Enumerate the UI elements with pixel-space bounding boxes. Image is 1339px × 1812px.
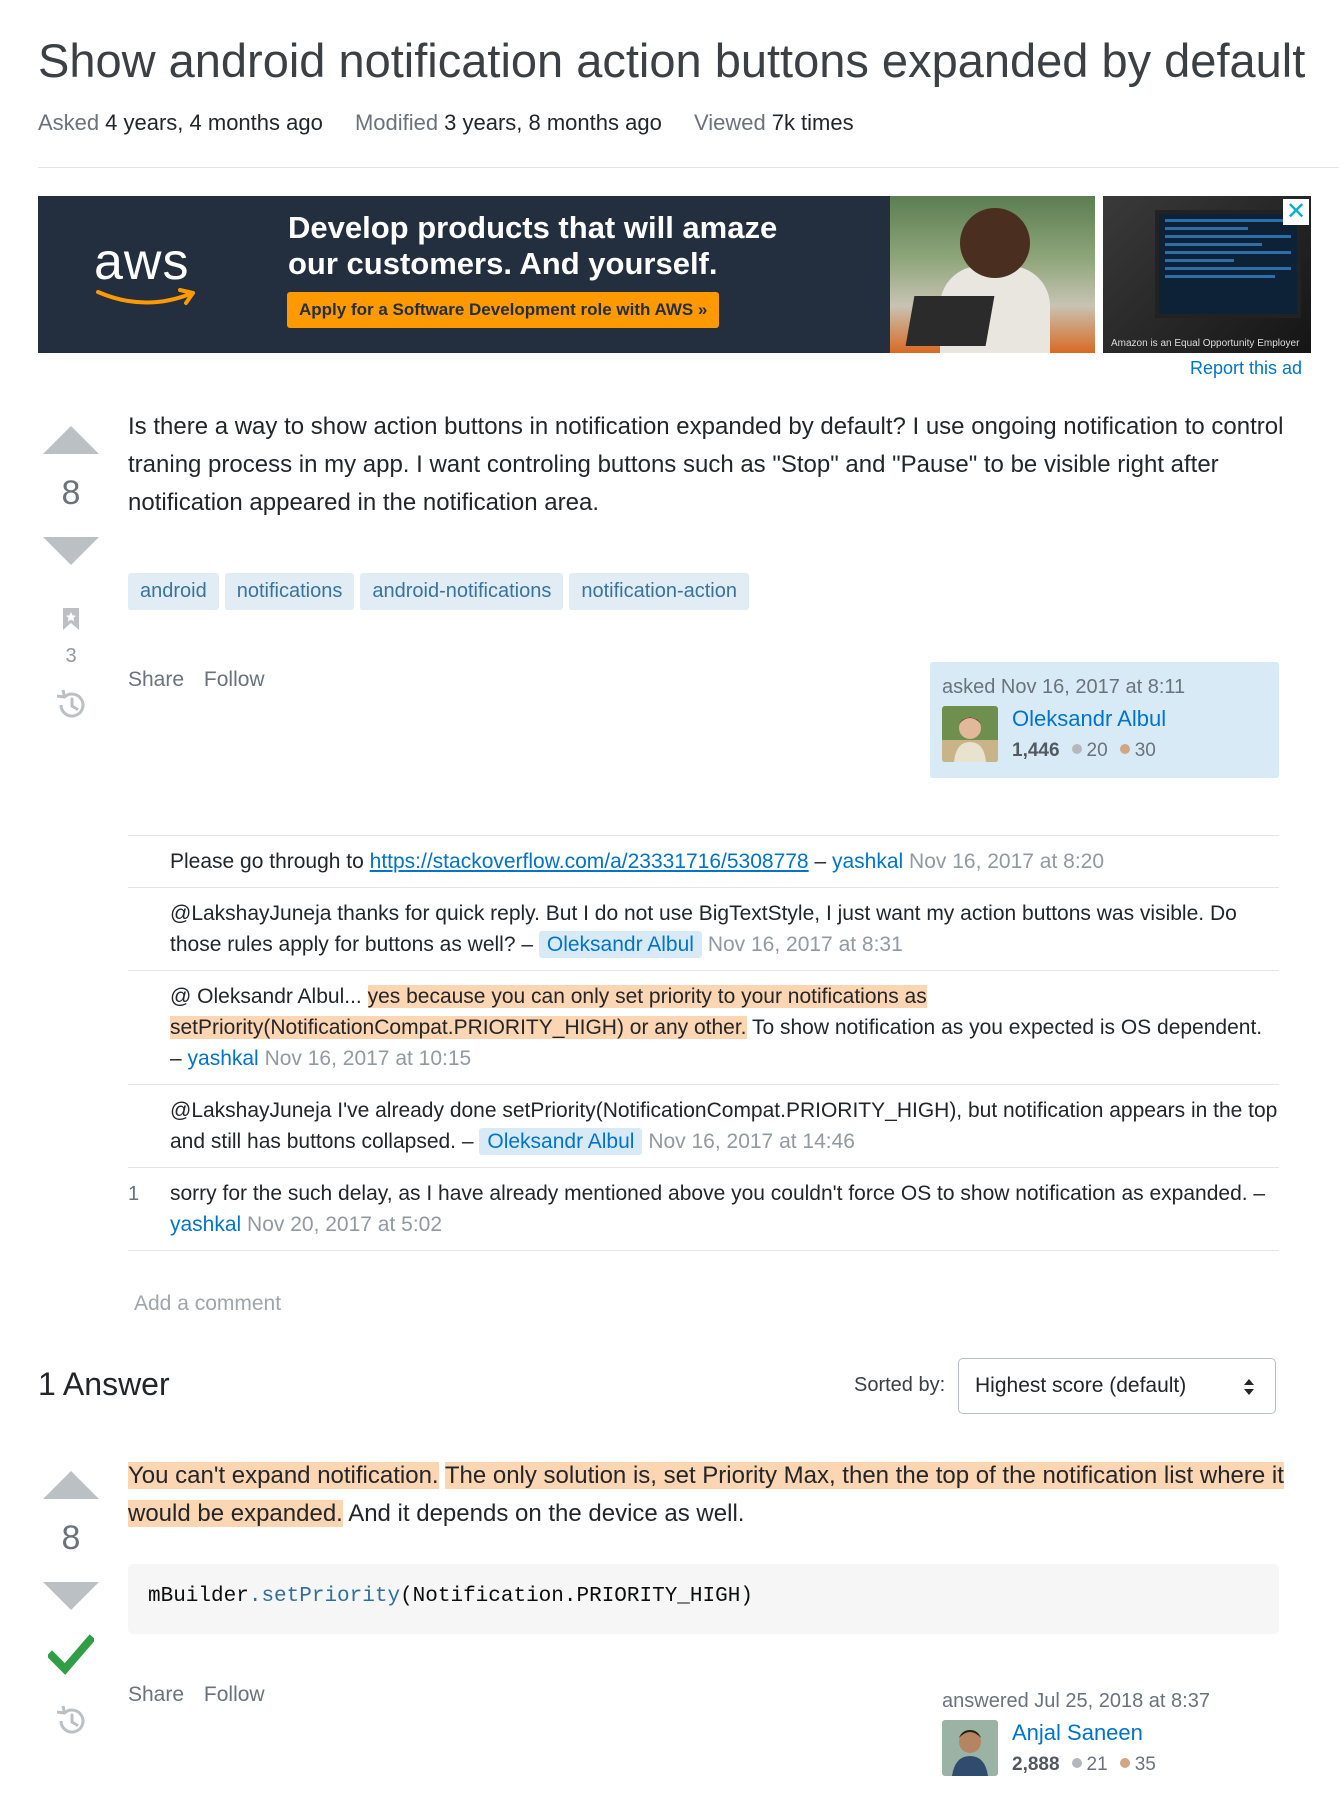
highlighted-text: You can't expand notification. xyxy=(128,1462,439,1489)
comment: Please go through to https://stackoverfl… xyxy=(128,836,1279,888)
share-link[interactable]: Share xyxy=(128,668,184,691)
downvote-arrow-icon[interactable] xyxy=(43,1582,99,1610)
avatar[interactable] xyxy=(942,706,998,762)
comments-list: Please go through to https://stackoverfl… xyxy=(128,835,1279,1251)
comment-date[interactable]: Nov 16, 2017 at 8:20 xyxy=(909,850,1104,873)
question-owner-card: asked Nov 16, 2017 at 8:11 Oleksandr Alb… xyxy=(930,662,1279,778)
comment-date[interactable]: Nov 20, 2017 at 5:02 xyxy=(247,1213,442,1236)
sorted-by-label: Sorted by: xyxy=(854,1374,946,1396)
answer-owner-card: answered Jul 25, 2018 at 8:37 Anjal Sane… xyxy=(930,1676,1279,1792)
history-icon[interactable] xyxy=(54,688,88,722)
question-body: Is there a way to show action buttons in… xyxy=(128,413,1284,516)
question-vote-cell: 8 3 xyxy=(38,426,104,722)
tag-notifications[interactable]: notifications xyxy=(224,573,355,610)
owner-name-link[interactable]: Anjal Saneen xyxy=(1012,1720,1143,1746)
bookmark-icon[interactable] xyxy=(62,607,80,631)
question-meta: Asked 4 years, 4 months ago Modified 3 yea… xyxy=(38,110,880,136)
ad-photo-laptop: Amazon is an Equal Opportunity Employer xyxy=(1103,196,1311,353)
answer-post-menu: Share Follow xyxy=(128,1683,279,1707)
code-block: mBuilder.setPriority(Notification.PRIORI… xyxy=(128,1564,1279,1634)
question-tags: android notifications android-notificati… xyxy=(128,573,749,610)
question-title[interactable]: Show android notification action buttons… xyxy=(38,34,1305,88)
answer-body: You can't expand notification. The only … xyxy=(128,1462,1284,1527)
comment: 1 sorry for the such delay, as I have al… xyxy=(128,1168,1279,1251)
answer-score: 8 xyxy=(61,1519,81,1557)
meta-viewed: Viewed 7k times xyxy=(693,110,854,135)
comment-date[interactable]: Nov 16, 2017 at 14:46 xyxy=(648,1130,855,1153)
bronze-badge-icon xyxy=(1119,1757,1130,1768)
silver-badge-icon xyxy=(1071,1757,1082,1768)
sort-select[interactable]: Highest score (default) xyxy=(958,1358,1276,1414)
comment-score: 1 xyxy=(128,1183,140,1205)
follow-link[interactable]: Follow xyxy=(204,668,265,691)
asked-timestamp[interactable]: asked Nov 16, 2017 at 8:11 xyxy=(942,676,1185,699)
aws-logo: aws xyxy=(94,236,214,316)
comment-user-link[interactable]: yashkal xyxy=(188,1047,259,1070)
owner-reputation: 1,446 20 30 xyxy=(1012,740,1156,761)
answers-count-heading: 1 Answer xyxy=(38,1366,170,1402)
bookmark-count: 3 xyxy=(65,645,77,667)
report-ad-link[interactable]: Report this ad xyxy=(1190,358,1302,379)
comment-user-link[interactable]: Oleksandr Albul xyxy=(538,931,702,958)
tag-notification-action[interactable]: notification-action xyxy=(569,573,749,610)
ad-headline: Develop products that will amaze our cus… xyxy=(288,210,778,281)
ad-eo-text: Amazon is an Equal Opportunity Employer xyxy=(1111,338,1300,349)
upvote-arrow-icon[interactable] xyxy=(43,1471,99,1499)
silver-badge-icon xyxy=(1071,743,1082,754)
answer-vote-cell: 8 xyxy=(38,1471,104,1738)
question-score: 8 xyxy=(61,474,81,512)
upvote-arrow-icon[interactable] xyxy=(43,426,99,454)
history-icon[interactable] xyxy=(54,1704,88,1738)
tag-android-notifications[interactable]: android-notifications xyxy=(360,573,564,610)
avatar[interactable] xyxy=(942,1720,998,1776)
comment: @LakshayJuneja I've already done setPrio… xyxy=(128,1085,1279,1168)
question-page: Show android notification action buttons… xyxy=(38,0,1339,1812)
bronze-badge-icon xyxy=(1119,743,1130,754)
add-comment-link[interactable]: Add a comment xyxy=(134,1292,281,1316)
comment-user-link[interactable]: Oleksandr Albul xyxy=(479,1128,643,1155)
meta-asked: Asked 4 years, 4 months ago xyxy=(38,110,323,135)
comment-date[interactable]: Nov 16, 2017 at 10:15 xyxy=(265,1047,472,1070)
tag-android[interactable]: android xyxy=(128,573,219,610)
owner-name-link[interactable]: Oleksandr Albul xyxy=(1012,706,1166,732)
ad-cta-button[interactable]: Apply for a Software Development role wi… xyxy=(287,292,720,328)
accepted-check-icon xyxy=(46,1632,96,1676)
comment: @ Oleksandr Albul... yes because you can… xyxy=(128,971,1279,1085)
sort-select-value: Highest score (default) xyxy=(975,1374,1187,1397)
comment-link[interactable]: https://stackoverflow.com/a/23331716/530… xyxy=(370,850,809,873)
comment-date[interactable]: Nov 16, 2017 at 8:31 xyxy=(708,933,903,956)
owner-reputation: 2,888 21 35 xyxy=(1012,1754,1156,1775)
aws-ad-banner[interactable]: aws Develop products that will amaze our… xyxy=(38,196,1311,353)
meta-modified: Modified 3 years, 8 months ago xyxy=(354,110,662,135)
aws-smile-icon xyxy=(96,288,195,305)
ad-photo-person xyxy=(890,196,1095,353)
share-link[interactable]: Share xyxy=(128,1683,184,1706)
follow-link[interactable]: Follow xyxy=(204,1683,265,1706)
comment-user-link[interactable]: yashkal xyxy=(832,850,903,873)
sort-caret-icon xyxy=(1244,1379,1254,1395)
ad-close-icon[interactable]: ✕ xyxy=(1283,199,1309,225)
comment-user-link[interactable]: yashkal xyxy=(170,1213,241,1236)
comment: @LakshayJuneja thanks for quick reply. B… xyxy=(128,888,1279,971)
question-post-menu: Share Follow xyxy=(128,668,279,692)
answered-timestamp[interactable]: answered Jul 25, 2018 at 8:37 xyxy=(942,1690,1210,1713)
downvote-arrow-icon[interactable] xyxy=(43,537,99,565)
header-divider xyxy=(38,167,1339,168)
